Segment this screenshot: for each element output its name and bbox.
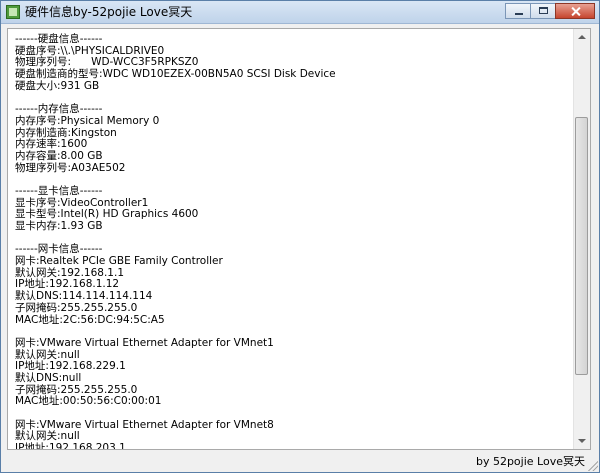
- info-line: 网卡:Realtek PCIe GBE Family Controller: [15, 255, 223, 268]
- info-line: 内存制造商:Kingston: [15, 126, 117, 139]
- minimize-button[interactable]: [505, 3, 531, 19]
- info-line: 子网掩码:255.255.255.0: [15, 301, 138, 314]
- title-bar[interactable]: 硬件信息by-52pojie Love冥天: [1, 1, 599, 24]
- hardware-info-text[interactable]: ------硬盘信息------ 硬盘序号:\\.\PHYSICALDRIVE0 物…: [15, 33, 570, 450]
- info-line: 默认DNS:null: [15, 371, 82, 384]
- info-line: MAC地址:2C:56:DC:94:5C:A5: [15, 313, 165, 326]
- info-line: 网卡:VMware Virtual Ethernet Adapter for V…: [15, 418, 274, 431]
- resize-grip-icon[interactable]: [588, 461, 598, 471]
- info-line: [15, 408, 570, 420]
- info-line: 网卡:VMware Virtual Ethernet Adapter for V…: [15, 336, 274, 349]
- status-bar: by 52pojie Love冥天: [1, 452, 599, 472]
- scroll-up-button[interactable]: [574, 29, 590, 45]
- maximize-button[interactable]: [530, 3, 556, 19]
- vertical-scrollbar[interactable]: [573, 29, 590, 449]
- info-line: 内存容量:8.00 GB: [15, 149, 103, 162]
- info-line: 物理序列号:A03AE502: [15, 161, 126, 174]
- scrollbar-thumb[interactable]: [575, 117, 588, 375]
- window-title: 硬件信息by-52pojie Love冥天: [25, 5, 193, 19]
- window-controls: [505, 3, 595, 20]
- app-icon: [6, 5, 20, 19]
- info-line: ------硬盘信息------: [15, 33, 103, 45]
- info-line: ------显卡信息------: [15, 184, 103, 197]
- info-line: 显卡内存:1.93 GB: [15, 220, 103, 232]
- app-window: 硬件信息by-52pojie Love冥天 ------硬盘信息------ 硬盘…: [0, 0, 600, 473]
- info-line: 硬盘制造商的型号:WDC WD10EZEX-00BN5A0 SCSI Disk …: [15, 68, 336, 81]
- info-line: MAC地址:00:50:56:C0:00:01: [15, 395, 162, 408]
- info-line: 内存序号:Physical Memory 0: [15, 114, 160, 127]
- close-button[interactable]: [555, 3, 595, 19]
- hardware-info-textarea[interactable]: ------硬盘信息------ 硬盘序号:\\.\PHYSICALDRIVE0 物…: [7, 28, 591, 450]
- info-line: IP地址:192.168.229.1: [15, 360, 126, 373]
- status-text: by 52pojie Love冥天: [475, 455, 585, 468]
- scroll-down-button[interactable]: [574, 433, 590, 449]
- info-line: 硬盘大小:931 GB: [15, 79, 100, 92]
- info-line: IP地址:192.168.203.1: [15, 442, 126, 450]
